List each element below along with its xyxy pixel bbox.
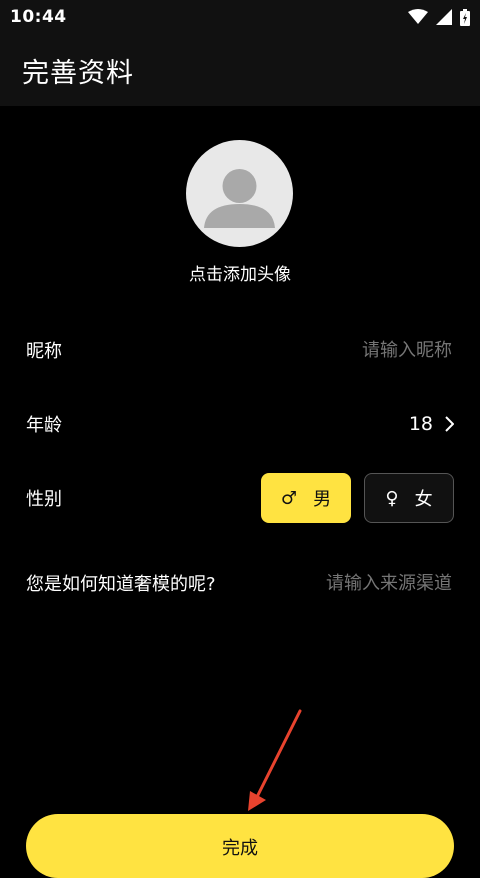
nickname-label: 昵称 — [26, 341, 62, 362]
chevron-right-icon — [445, 416, 454, 432]
gender-male-label: 男 — [313, 489, 332, 510]
gender-male-button[interactable]: ♂ 男 — [261, 473, 351, 523]
gender-female-label: 女 — [414, 489, 433, 510]
source-row: 您是如何知道奢模的呢? — [26, 569, 454, 597]
age-selector[interactable]: 18 — [409, 413, 454, 435]
gender-options: ♂ 男 ♀ 女 — [261, 473, 454, 523]
submit-button[interactable]: 完成 — [26, 814, 454, 878]
source-label: 您是如何知道奢模的呢? — [26, 574, 216, 595]
avatar-upload[interactable] — [186, 140, 293, 247]
battery-icon — [460, 8, 470, 26]
wifi-icon — [408, 9, 428, 24]
status-time: 10:44 — [10, 7, 67, 27]
source-input[interactable] — [290, 571, 454, 595]
age-label: 年龄 — [26, 415, 62, 436]
app-bar: 完善资料 — [0, 34, 480, 106]
avatar-caption[interactable]: 点击添加头像 — [0, 260, 480, 285]
gender-label: 性别 — [26, 489, 62, 510]
age-value: 18 — [408, 413, 433, 435]
male-icon: ♂ — [280, 487, 298, 509]
submit-label: 完成 — [222, 838, 258, 859]
female-icon: ♀ — [385, 487, 399, 509]
page-title: 完善资料 — [22, 57, 134, 89]
nickname-input[interactable] — [250, 338, 454, 362]
cellular-signal-icon — [436, 9, 452, 25]
status-bar: 10:44 — [0, 0, 480, 34]
annotation-arrow-icon — [248, 709, 302, 811]
age-row[interactable]: 年龄 18 — [26, 410, 454, 438]
gender-row: 性别 ♂ 男 ♀ 女 — [26, 473, 454, 523]
nickname-row: 昵称 — [26, 336, 454, 364]
status-icons — [408, 8, 470, 26]
default-avatar-icon — [204, 169, 275, 228]
gender-female-button[interactable]: ♀ 女 — [364, 473, 454, 523]
